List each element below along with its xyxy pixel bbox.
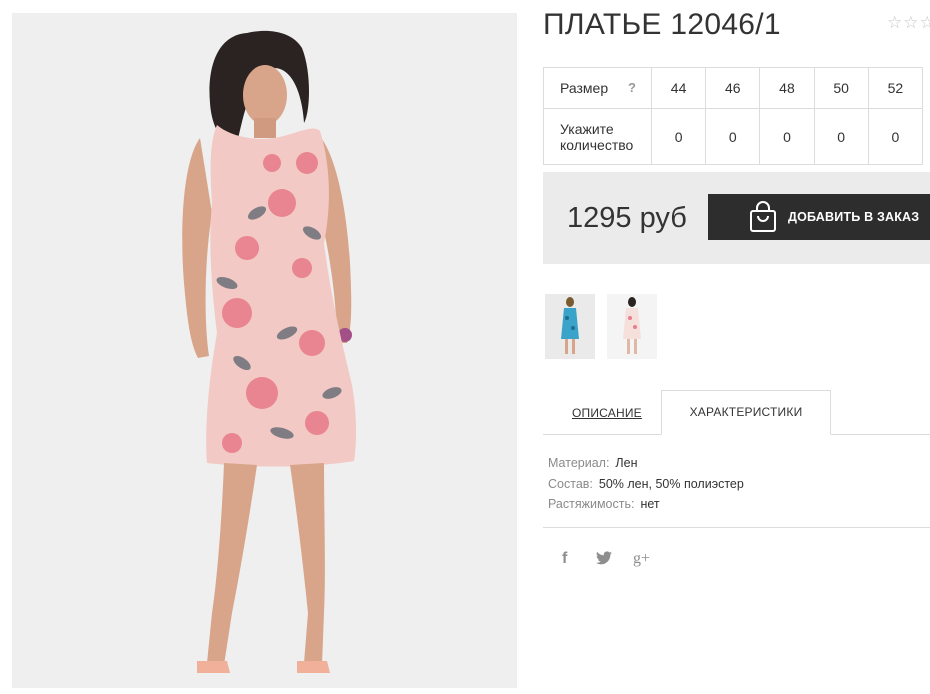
tab-description[interactable]: ОПИСАНИЕ [572,406,642,420]
size-help-icon[interactable]: ? [628,80,636,95]
product-title: ПЛАТЬЕ 12046/1 [543,8,781,41]
size-quantity-table: Размер ? 44 46 48 50 52 Укажите количест… [543,67,924,165]
shopping-bag-icon [750,201,776,232]
spec-key: Материал: [548,456,610,470]
characteristics-list: Материал: Лен Состав: 50% лен, 50% полиэст… [548,453,744,515]
product-rating[interactable]: ☆ ☆ ☆ [887,13,930,33]
spec-material: Материал: Лен [548,453,744,474]
divider [543,527,930,528]
quantity-input-48[interactable]: 0 [759,108,815,165]
quantity-input-46[interactable]: 0 [705,108,761,165]
thumbnail-blue-dress[interactable] [545,294,595,359]
thumbnail-pink-dress[interactable] [607,294,657,359]
spec-key: Растяжимость: [548,497,635,511]
tab-characteristics[interactable]: ХАРАКТЕРИСТИКИ [661,390,831,435]
star-outline-icon[interactable]: ☆ [903,13,918,33]
spec-value: нет [640,497,660,511]
size-46: 46 [705,67,761,109]
quantity-input-50[interactable]: 0 [813,108,869,165]
size-48: 48 [759,67,815,109]
spec-key: Состав: [548,476,593,491]
size-label-cell: Размер ? [543,67,652,109]
quantity-input-52[interactable]: 0 [867,108,924,165]
spec-composition: Состав: 50% лен, 50% полиэстер [548,474,744,495]
price-box: 1295 руб ДОБАВИТЬ В ЗАКАЗ [543,172,930,264]
spec-stretch: Растяжимость: нет [548,494,744,515]
star-outline-icon[interactable]: ☆ [887,13,902,33]
star-outline-icon[interactable]: ☆ [920,13,930,33]
add-to-order-label: ДОБАВИТЬ В ЗАКАЗ [788,210,920,224]
twitter-icon[interactable] [596,551,612,570]
size-50: 50 [813,67,869,109]
main-product-photo[interactable] [12,13,517,688]
add-to-order-button[interactable]: ДОБАВИТЬ В ЗАКАЗ [708,194,930,240]
size-44: 44 [650,67,707,109]
product-price: 1295 руб [567,202,687,234]
spec-value: 50% лен, 50% полиэстер [598,476,744,491]
size-52: 52 [867,67,924,109]
quantity-input-44[interactable]: 0 [650,108,707,165]
size-label: Размер [560,80,609,96]
spec-value: Лен [615,456,638,470]
facebook-icon[interactable]: f [562,550,567,568]
quantity-label: Укажите количество [543,108,652,165]
googleplus-icon[interactable]: g+ [633,550,650,568]
